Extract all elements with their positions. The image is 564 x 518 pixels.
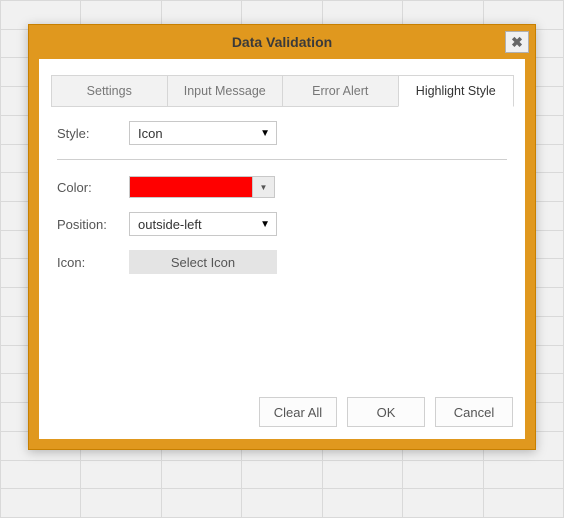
chevron-down-icon: ▼ bbox=[260, 183, 268, 192]
close-icon: ✖ bbox=[511, 34, 523, 51]
color-swatch[interactable] bbox=[129, 176, 253, 198]
position-select[interactable]: outside-left ▼ bbox=[129, 212, 277, 236]
style-select[interactable]: Icon ▼ bbox=[129, 121, 277, 145]
close-button[interactable]: ✖ bbox=[505, 31, 529, 53]
tab-error-alert[interactable]: Error Alert bbox=[282, 75, 399, 106]
color-picker[interactable]: ▼ bbox=[129, 176, 275, 198]
tab-input-message[interactable]: Input Message bbox=[167, 75, 284, 106]
tab-content-highlight-style: Style: Icon ▼ Color: ▼ Position: bbox=[51, 107, 513, 387]
ok-button[interactable]: OK bbox=[347, 397, 425, 427]
icon-row: Icon: Select Icon bbox=[57, 250, 507, 274]
dialog-title: Data Validation bbox=[232, 34, 332, 50]
icon-label: Icon: bbox=[57, 255, 129, 270]
color-dropdown-button[interactable]: ▼ bbox=[253, 176, 275, 198]
tab-settings[interactable]: Settings bbox=[51, 75, 168, 106]
chevron-down-icon: ▼ bbox=[260, 219, 270, 230]
position-label: Position: bbox=[57, 217, 129, 232]
color-row: Color: ▼ bbox=[57, 176, 507, 198]
tab-strip: Settings Input Message Error Alert Highl… bbox=[51, 75, 513, 107]
select-icon-button-label: Select Icon bbox=[171, 255, 235, 270]
tab-highlight-style[interactable]: Highlight Style bbox=[398, 75, 515, 107]
select-icon-button[interactable]: Select Icon bbox=[129, 250, 277, 274]
dialog-footer: Clear All OK Cancel bbox=[51, 387, 513, 427]
cancel-button[interactable]: Cancel bbox=[435, 397, 513, 427]
chevron-down-icon: ▼ bbox=[260, 128, 270, 139]
color-label: Color: bbox=[57, 180, 129, 195]
data-validation-dialog: Data Validation ✖ Settings Input Message… bbox=[28, 24, 536, 450]
dialog-titlebar[interactable]: Data Validation ✖ bbox=[29, 25, 535, 59]
style-row: Style: Icon ▼ bbox=[57, 121, 507, 145]
style-label: Style: bbox=[57, 126, 129, 141]
position-row: Position: outside-left ▼ bbox=[57, 212, 507, 236]
position-select-value: outside-left bbox=[138, 217, 202, 232]
clear-all-button[interactable]: Clear All bbox=[259, 397, 337, 427]
separator bbox=[57, 159, 507, 160]
style-select-value: Icon bbox=[138, 126, 163, 141]
dialog-body: Settings Input Message Error Alert Highl… bbox=[39, 59, 525, 439]
